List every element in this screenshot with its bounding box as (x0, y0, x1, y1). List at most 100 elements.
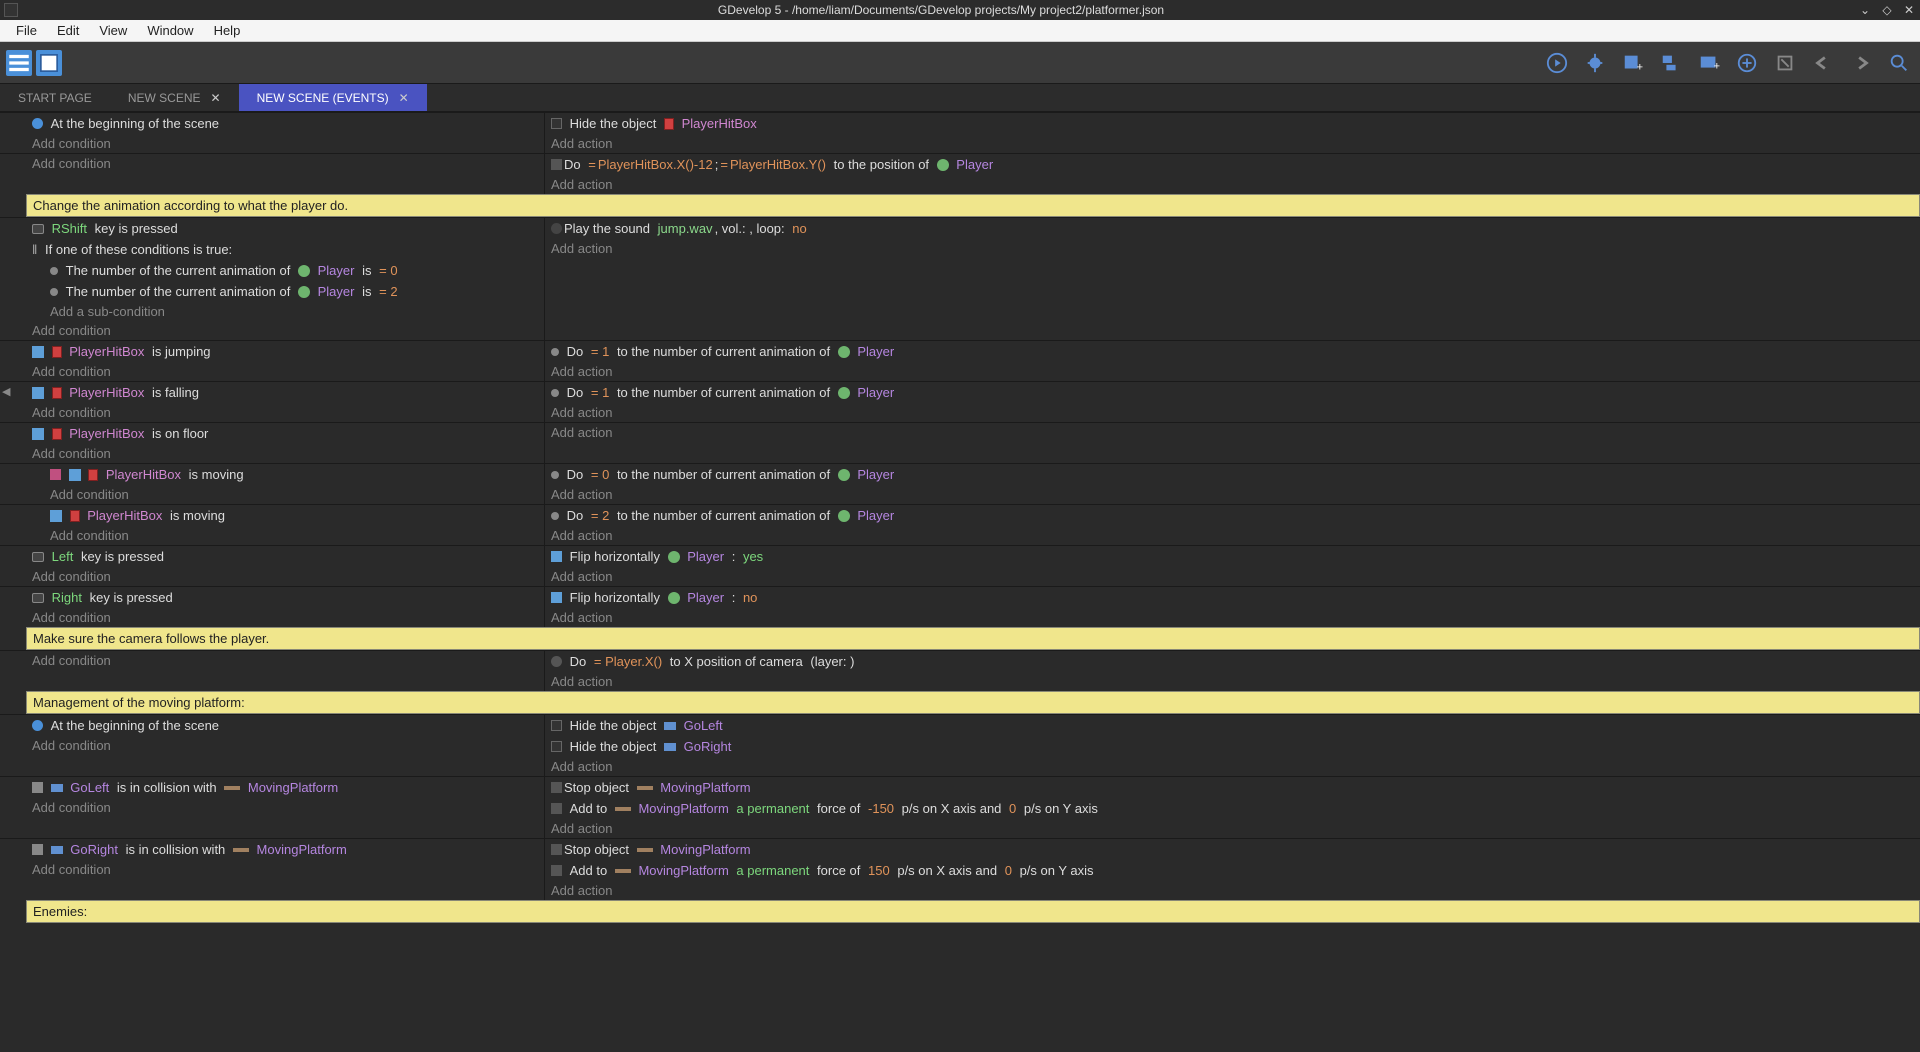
menu-window[interactable]: Window (137, 20, 203, 41)
add-action-link[interactable]: Add action (545, 881, 1920, 900)
add-condition-link[interactable]: Add condition (26, 651, 544, 670)
action[interactable]: Flip horizontally Player : yes (545, 546, 1920, 567)
sub-condition[interactable]: The number of the current animation of P… (44, 260, 544, 281)
action[interactable]: Hide the object GoRight (545, 736, 1920, 757)
tab-new-scene[interactable]: NEW SCENE✕ (110, 84, 239, 111)
add-action-link[interactable]: Add action (545, 567, 1920, 586)
condition[interactable]: Left key is pressed (26, 546, 544, 567)
event-row[interactable]: PlayerHitBox is on floor Add condition A… (0, 422, 1920, 463)
event-row[interactable]: Right key is pressed Add condition Flip … (0, 586, 1920, 627)
menu-edit[interactable]: Edit (47, 20, 89, 41)
add-event-button[interactable]: + (1618, 48, 1648, 78)
action[interactable]: Do = 1 to the number of current animatio… (545, 382, 1920, 403)
action[interactable]: Hide the object PlayerHitBox (545, 113, 1920, 134)
add-action-link[interactable]: Add action (545, 485, 1920, 504)
search-button[interactable] (1884, 48, 1914, 78)
maximize-button[interactable]: ◇ (1880, 3, 1894, 17)
action[interactable]: Flip horizontally Player : no (545, 587, 1920, 608)
action[interactable]: Play the sound jump.wav, vol.: , loop: n… (545, 218, 1920, 239)
event-row[interactable]: At the beginning of the scene Add condit… (0, 714, 1920, 776)
event-row[interactable]: PlayerHitBox is moving Add condition Do … (0, 463, 1920, 504)
add-comment-button[interactable]: + (1694, 48, 1724, 78)
add-condition-link[interactable]: Add condition (26, 154, 544, 173)
condition[interactable]: RShift key is pressed (26, 218, 544, 239)
add-action-link[interactable]: Add action (545, 757, 1920, 776)
minimize-button[interactable]: ⌄ (1858, 3, 1872, 17)
event-row[interactable]: GoRight is in collision with MovingPlatf… (0, 838, 1920, 900)
add-action-link[interactable]: Add action (545, 403, 1920, 422)
condition[interactable]: GoLeft is in collision with MovingPlatfo… (26, 777, 544, 798)
condition[interactable]: PlayerHitBox is moving (44, 505, 544, 526)
add-action-link[interactable]: Add action (545, 134, 1920, 153)
add-action-link[interactable]: Add action (545, 423, 1920, 442)
add-condition-link[interactable]: Add condition (44, 485, 544, 504)
choose-event-button[interactable] (1732, 48, 1762, 78)
event-row[interactable]: Add condition Do = Player.X() to X posit… (0, 650, 1920, 691)
condition[interactable]: At the beginning of the scene (26, 715, 544, 736)
condition[interactable]: PlayerHitBox is jumping (26, 341, 544, 362)
close-window-button[interactable]: ✕ (1902, 3, 1916, 17)
event-row[interactable]: Add condition Do =PlayerHitBox.X()-12;=P… (0, 153, 1920, 194)
event-row[interactable]: Left key is pressed Add condition Flip h… (0, 545, 1920, 586)
event-row[interactable]: PlayerHitBox is jumping Add condition Do… (0, 340, 1920, 381)
action[interactable]: Add to MovingPlatform a permanent force … (545, 798, 1920, 819)
undo-button[interactable] (1808, 48, 1838, 78)
redo-button[interactable] (1846, 48, 1876, 78)
add-sub-condition-link[interactable]: Add a sub-condition (44, 302, 544, 321)
condition-or[interactable]: ‖ If one of these conditions is true: (26, 239, 544, 260)
action[interactable]: Do = 1 to the number of current animatio… (545, 341, 1920, 362)
add-condition-link[interactable]: Add condition (26, 567, 544, 586)
condition[interactable]: PlayerHitBox is falling (26, 382, 544, 403)
add-condition-link[interactable]: Add condition (26, 362, 544, 381)
close-tab-icon[interactable]: ✕ (399, 91, 409, 105)
add-action-link[interactable]: Add action (545, 362, 1920, 381)
comment-event[interactable]: Enemies: (26, 900, 1920, 923)
add-action-link[interactable]: Add action (545, 672, 1920, 691)
menu-help[interactable]: Help (204, 20, 251, 41)
action[interactable]: Do = Player.X() to X position of camera … (545, 651, 1920, 672)
condition[interactable]: PlayerHitBox is moving (44, 464, 544, 485)
add-condition-link[interactable]: Add condition (26, 444, 544, 463)
delete-event-button[interactable] (1770, 48, 1800, 78)
condition[interactable]: At the beginning of the scene (26, 113, 544, 134)
add-condition-link[interactable]: Add condition (26, 736, 544, 755)
add-action-link[interactable]: Add action (545, 175, 1920, 194)
add-condition-link[interactable]: Add condition (26, 321, 544, 340)
event-row[interactable]: At the beginning of the scene Add condit… (0, 112, 1920, 153)
action[interactable]: Do = 0 to the number of current animatio… (545, 464, 1920, 485)
add-subevent-button[interactable] (1656, 48, 1686, 78)
comment-event[interactable]: Change the animation according to what t… (26, 194, 1920, 217)
event-row[interactable]: PlayerHitBox is falling Add condition Do… (0, 381, 1920, 422)
action[interactable]: Stop object MovingPlatform (545, 839, 1920, 860)
add-action-link[interactable]: Add action (545, 819, 1920, 838)
sub-condition[interactable]: The number of the current animation of P… (44, 281, 544, 302)
add-action-link[interactable]: Add action (545, 608, 1920, 627)
event-row[interactable]: GoLeft is in collision with MovingPlatfo… (0, 776, 1920, 838)
add-condition-link[interactable]: Add condition (26, 860, 544, 879)
comment-event[interactable]: Make sure the camera follows the player. (26, 627, 1920, 650)
add-action-link[interactable]: Add action (545, 239, 1920, 258)
action[interactable]: Hide the object GoLeft (545, 715, 1920, 736)
tab-new-scene-events[interactable]: NEW SCENE (EVENTS)✕ (239, 84, 427, 111)
tab-start-page[interactable]: START PAGE (0, 84, 110, 111)
add-condition-link[interactable]: Add condition (26, 134, 544, 153)
collapse-chevron-icon[interactable]: ◀ (2, 385, 10, 398)
add-condition-link[interactable]: Add condition (26, 403, 544, 422)
condition[interactable]: Right key is pressed (26, 587, 544, 608)
action[interactable]: Do =PlayerHitBox.X()-12;=PlayerHitBox.Y(… (545, 154, 1920, 175)
play-button[interactable] (1542, 48, 1572, 78)
project-manager-button[interactable] (6, 50, 32, 76)
action[interactable]: Stop object MovingPlatform (545, 777, 1920, 798)
add-condition-link[interactable]: Add condition (44, 526, 544, 545)
condition[interactable]: GoRight is in collision with MovingPlatf… (26, 839, 544, 860)
comment-event[interactable]: Management of the moving platform: (26, 691, 1920, 714)
close-tab-icon[interactable]: ✕ (211, 91, 221, 105)
action[interactable]: Add to MovingPlatform a permanent force … (545, 860, 1920, 881)
menu-file[interactable]: File (6, 20, 47, 41)
add-condition-link[interactable]: Add condition (26, 608, 544, 627)
add-condition-link[interactable]: Add condition (26, 798, 544, 817)
add-action-link[interactable]: Add action (545, 526, 1920, 545)
debug-button[interactable] (1580, 48, 1610, 78)
action[interactable]: Do = 2 to the number of current animatio… (545, 505, 1920, 526)
event-row[interactable]: PlayerHitBox is moving Add condition Do … (0, 504, 1920, 545)
